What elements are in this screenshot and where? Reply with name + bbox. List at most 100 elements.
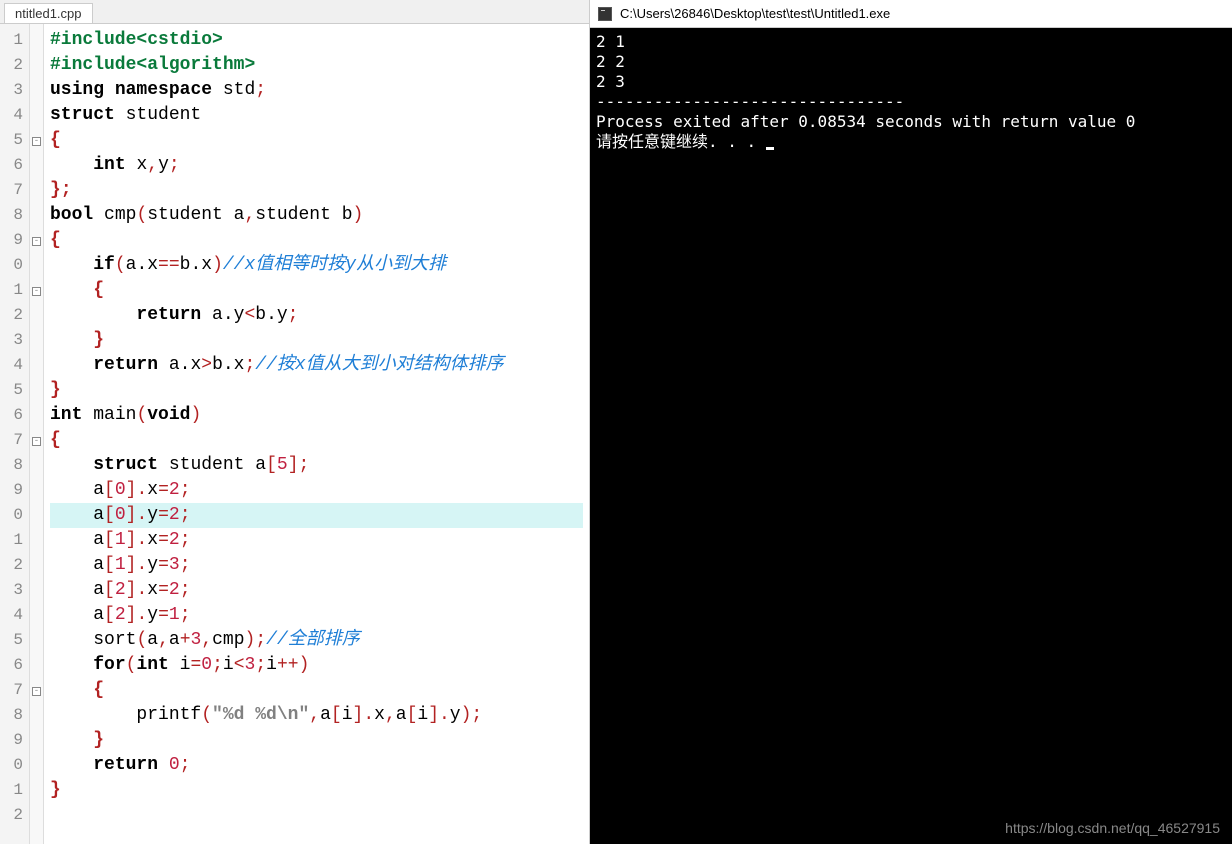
terminal-pane: C:\Users\26846\Desktop\test\test\Untitle… [590,0,1232,844]
fold-marker [30,728,43,753]
code-line[interactable]: return a.x>b.x;//按x值从大到小对结构体排序 [50,353,583,378]
fold-marker[interactable]: - [30,428,43,453]
code-content[interactable]: #include<cstdio>#include<algorithm>using… [44,24,589,844]
fold-marker [30,253,43,278]
code-line[interactable]: sort(a,a+3,cmp);//全部排序 [50,628,583,653]
fold-column: - - - - - [30,24,44,844]
fold-marker [30,103,43,128]
line-number: 9 [0,728,23,753]
line-gutter: 12345678901234567890123456789012 [0,24,30,844]
line-number: 9 [0,478,23,503]
fold-marker [30,778,43,803]
fold-marker [30,628,43,653]
code-line[interactable]: printf("%d %d\n",a[i].x,a[i].y); [50,703,583,728]
code-line[interactable]: a[0].y=2; [50,503,583,528]
fold-marker[interactable]: - [30,128,43,153]
line-number: 2 [0,553,23,578]
fold-marker [30,303,43,328]
line-number: 2 [0,303,23,328]
code-line[interactable]: if(a.x==b.x)//x值相等时按y从小到大排 [50,253,583,278]
file-tab[interactable]: ntitled1.cpp [4,3,93,23]
fold-marker [30,578,43,603]
line-number: 6 [0,403,23,428]
terminal-line: 2 2 [596,52,1226,72]
line-number: 8 [0,203,23,228]
code-line[interactable]: { [50,278,583,303]
line-number: 1 [0,278,23,303]
fold-marker [30,653,43,678]
fold-marker [30,478,43,503]
terminal-line: 2 1 [596,32,1226,52]
fold-marker [30,753,43,778]
code-line[interactable]: { [50,128,583,153]
code-line[interactable]: { [50,428,583,453]
code-line[interactable]: a[2].y=1; [50,603,583,628]
code-line[interactable]: #include<cstdio> [50,28,583,53]
code-line[interactable]: a[2].x=2; [50,578,583,603]
code-line[interactable]: { [50,228,583,253]
code-line[interactable]: }; [50,178,583,203]
terminal-icon [598,7,612,21]
fold-marker [30,328,43,353]
code-line[interactable]: using namespace std; [50,78,583,103]
line-number: 1 [0,28,23,53]
fold-marker [30,528,43,553]
code-line[interactable]: } [50,328,583,353]
line-number: 0 [0,253,23,278]
code-line[interactable]: int main(void) [50,403,583,428]
line-number: 8 [0,703,23,728]
line-number: 9 [0,228,23,253]
line-number: 4 [0,353,23,378]
fold-marker [30,178,43,203]
fold-marker [30,53,43,78]
fold-marker[interactable]: - [30,228,43,253]
code-line[interactable]: { [50,678,583,703]
terminal-line: 2 3 [596,72,1226,92]
line-number: 6 [0,153,23,178]
fold-marker [30,353,43,378]
code-line[interactable]: } [50,778,583,803]
editor-pane: ntitled1.cpp 123456789012345678901234567… [0,0,590,844]
line-number: 3 [0,328,23,353]
code-area[interactable]: 12345678901234567890123456789012 ----- #… [0,24,589,844]
terminal-output[interactable]: 2 12 22 3-------------------------------… [590,28,1232,844]
line-number: 8 [0,453,23,478]
line-number: 3 [0,578,23,603]
terminal-line: -------------------------------- [596,92,1226,112]
line-number: 5 [0,128,23,153]
code-line[interactable]: } [50,378,583,403]
code-line[interactable] [50,803,583,828]
code-line[interactable]: int x,y; [50,153,583,178]
fold-marker[interactable]: - [30,678,43,703]
code-line[interactable]: #include<algorithm> [50,53,583,78]
code-line[interactable]: } [50,728,583,753]
line-number: 1 [0,528,23,553]
code-line[interactable]: return a.y<b.y; [50,303,583,328]
code-line[interactable]: for(int i=0;i<3;i++) [50,653,583,678]
line-number: 7 [0,428,23,453]
cursor [766,147,774,150]
code-line[interactable]: a[0].x=2; [50,478,583,503]
code-line[interactable]: a[1].x=2; [50,528,583,553]
fold-marker [30,453,43,478]
fold-marker [30,503,43,528]
terminal-line: Process exited after 0.08534 seconds wit… [596,112,1226,132]
terminal-titlebar[interactable]: C:\Users\26846\Desktop\test\test\Untitle… [590,0,1232,28]
fold-marker [30,378,43,403]
code-line[interactable]: struct student [50,103,583,128]
line-number: 2 [0,53,23,78]
line-number: 3 [0,78,23,103]
line-number: 5 [0,628,23,653]
fold-marker[interactable]: - [30,278,43,303]
line-number: 7 [0,178,23,203]
line-number: 0 [0,753,23,778]
terminal-title: C:\Users\26846\Desktop\test\test\Untitle… [620,6,890,21]
fold-marker [30,803,43,828]
code-line[interactable]: bool cmp(student a,student b) [50,203,583,228]
watermark: https://blog.csdn.net/qq_46527915 [1005,820,1220,836]
fold-marker [30,203,43,228]
fold-marker [30,28,43,53]
code-line[interactable]: struct student a[5]; [50,453,583,478]
code-line[interactable]: a[1].y=3; [50,553,583,578]
code-line[interactable]: return 0; [50,753,583,778]
